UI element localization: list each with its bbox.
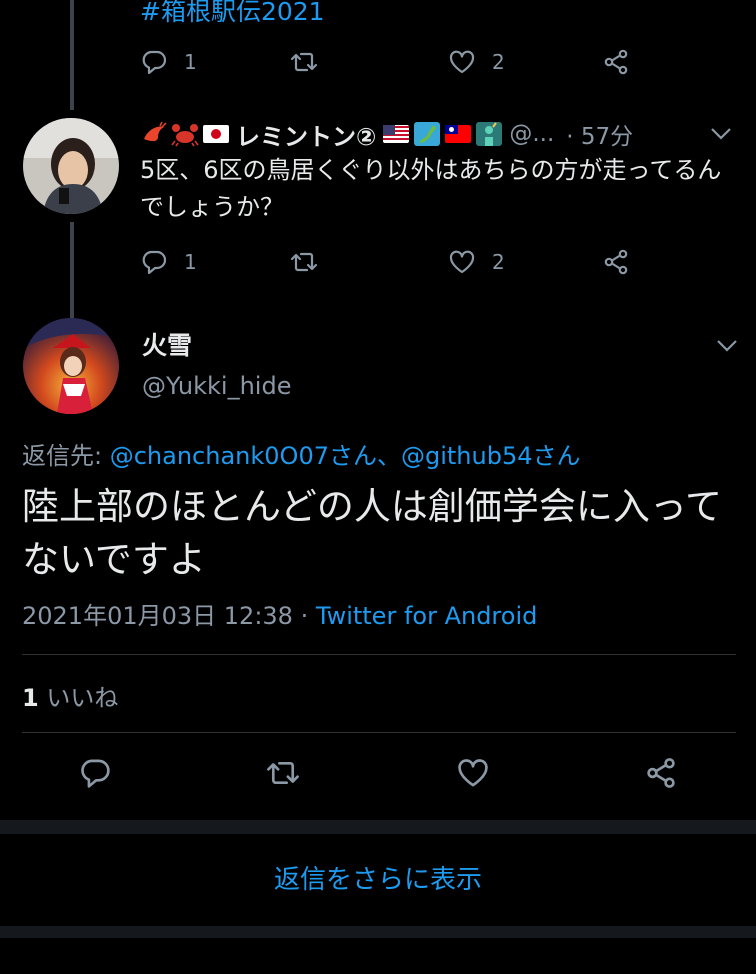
reply-tweet-text: 5区、6区の鳥居くぐり以外はあちらの方が走ってるんでしょうか？	[140, 156, 722, 221]
main-avatar[interactable]	[23, 318, 119, 414]
reply-retweet-button[interactable]	[290, 244, 318, 280]
prev-like-button[interactable]: 2	[448, 44, 505, 80]
main-reply-button[interactable]	[78, 756, 112, 794]
reply-avatar[interactable]	[23, 118, 119, 214]
meta-separator: ·	[300, 602, 309, 630]
main-display-name[interactable]: 火雪	[142, 326, 192, 362]
retweet-icon	[290, 52, 318, 72]
bottom-separator	[0, 926, 756, 938]
heart-icon	[458, 759, 488, 787]
mention-separator: 、	[376, 442, 401, 470]
show-more-replies-button[interactable]: 返信をさらに表示	[0, 850, 756, 910]
hashtag-link[interactable]: #箱根駅伝2021	[140, 0, 325, 28]
reply-icon	[142, 50, 167, 75]
reply-menu-chevron[interactable]	[710, 126, 732, 140]
chevron-down-icon	[711, 128, 731, 140]
reply-header: レミントン② @... · 57分	[140, 116, 736, 152]
replying-to: 返信先: @chanchank0O07さん、@github54さん	[22, 436, 581, 471]
reply-icon	[81, 759, 110, 788]
share-icon	[647, 758, 675, 788]
us-flag-emoji	[382, 121, 410, 147]
emoji-list: レミントン②	[140, 117, 503, 152]
chevron-down-icon	[717, 340, 737, 352]
reply-reply-button[interactable]: 1	[140, 244, 197, 280]
tweet-timestamp[interactable]: 2021年01月03日 12:38	[22, 602, 293, 630]
reply-time[interactable]: · 57分	[566, 117, 633, 151]
thread-line-top	[70, 0, 74, 110]
main-retweet-button[interactable]	[266, 756, 300, 794]
taiwan-flag-emoji	[444, 121, 472, 147]
reply-count: 1	[184, 250, 197, 274]
likes-count: 1	[22, 684, 39, 712]
thread-line-middle	[70, 222, 74, 318]
crab-emoji	[171, 121, 199, 147]
mention-link-1[interactable]: @chanchank0O07さん	[110, 442, 377, 470]
replying-label: 返信先:	[22, 442, 103, 470]
main-share-button[interactable]	[644, 756, 678, 794]
main-handle[interactable]: @Yukki_hide	[142, 372, 291, 400]
reply-like-button[interactable]: 2	[448, 244, 505, 280]
divider-bottom	[22, 732, 736, 733]
retweet-icon	[267, 761, 299, 785]
prev-reply-button[interactable]: 1	[140, 44, 197, 80]
main-tweet-actions	[0, 752, 756, 802]
japan-map-emoji	[413, 121, 441, 147]
heart-icon	[449, 250, 475, 274]
statue-of-liberty-emoji	[475, 121, 503, 147]
reply-display-name[interactable]: レミントン②	[236, 117, 376, 152]
prev-retweet-button[interactable]	[290, 44, 318, 80]
like-count: 2	[492, 250, 505, 274]
likes-label: いいね	[46, 684, 119, 712]
main-tweet-text: 陸上部のほとんどの人は創価学会に入ってないですよ	[22, 485, 723, 581]
tweet-meta: 2021年01月03日 12:38 · Twitter for Android	[22, 596, 537, 631]
reply-handle[interactable]: @...	[509, 121, 554, 147]
reply-share-button[interactable]	[602, 244, 630, 280]
prev-tweet-actions: 1 2	[140, 44, 680, 80]
japan-flag-emoji	[202, 121, 230, 147]
divider-top	[22, 654, 736, 655]
shrimp-emoji	[140, 121, 168, 147]
share-icon	[604, 49, 628, 75]
share-icon	[604, 249, 628, 275]
tweet-source-link[interactable]: Twitter for Android	[316, 602, 537, 630]
heart-icon	[449, 50, 475, 74]
retweet-icon	[290, 252, 318, 272]
reply-icon	[142, 250, 167, 275]
main-menu-chevron[interactable]	[716, 338, 738, 352]
prev-share-button[interactable]	[602, 44, 630, 80]
section-separator	[0, 820, 756, 834]
like-count: 2	[492, 50, 505, 74]
likes-summary[interactable]: 1 いいね	[22, 678, 118, 713]
reply-count: 1	[184, 50, 197, 74]
mention-link-2[interactable]: @github54さん	[401, 442, 581, 470]
reply-tweet-actions: 1 2	[140, 244, 680, 280]
main-like-button[interactable]	[456, 756, 490, 794]
